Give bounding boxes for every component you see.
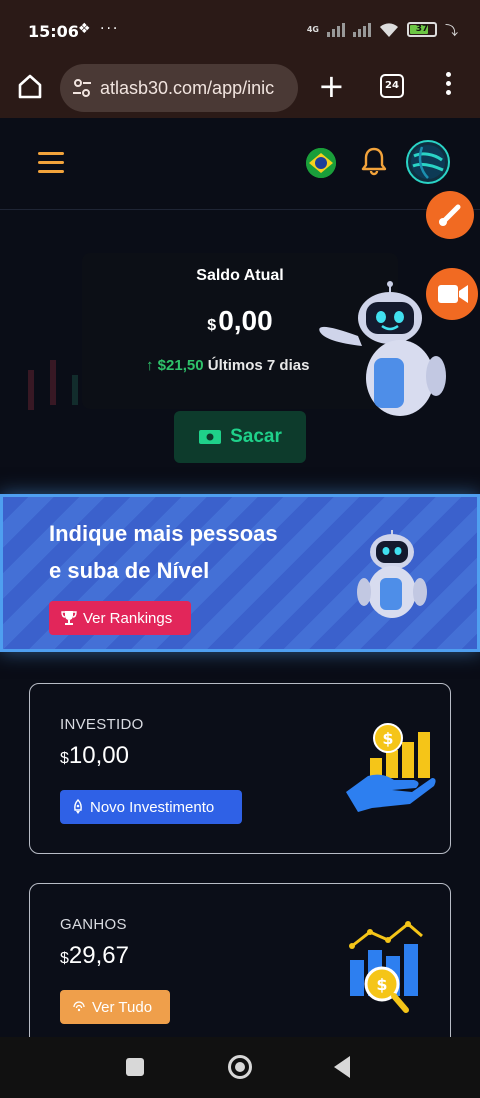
system-navigation-bar <box>0 1037 480 1098</box>
charging-icon: ⤵ <box>444 24 458 39</box>
back-button[interactable] <box>334 1056 350 1078</box>
rocket-icon <box>74 799 82 814</box>
gains-label: GANHOS <box>60 916 127 933</box>
brazil-flag-icon[interactable] <box>306 148 336 178</box>
brush-icon <box>439 204 461 226</box>
view-all-label: Ver Tudo <box>92 998 153 1016</box>
more-notifications-icon: ··· <box>100 21 120 37</box>
rankings-button[interactable]: Ver Rankings <box>49 601 191 635</box>
signal-icon <box>326 22 345 37</box>
new-investment-button[interactable]: Novo Investimento <box>60 790 242 824</box>
invested-value: $10,00 <box>60 742 129 769</box>
recent-apps-button[interactable] <box>126 1058 144 1076</box>
url-text: atlasb30.com/app/inic <box>100 77 275 98</box>
arrow-up-icon: ↑ <box>146 357 154 374</box>
signal-waves-icon <box>73 1001 85 1012</box>
more-options-icon[interactable] <box>446 72 454 99</box>
withdraw-label: Sacar <box>230 426 282 447</box>
system-icons: 4G 37 ⤵ <box>307 20 458 39</box>
invested-card: INVESTIDO $10,00 Novo Investimento $ <box>29 683 451 854</box>
invested-label: INVESTIDO <box>60 716 144 733</box>
tab-switcher-button[interactable]: 24 <box>380 74 404 98</box>
view-all-button[interactable]: Ver Tudo <box>60 990 170 1024</box>
trophy-icon <box>61 611 77 625</box>
battery-icon: 37 <box>406 22 437 37</box>
balance-change-period: Últimos 7 dias <box>207 357 310 374</box>
brush-fab-button[interactable] <box>426 191 474 239</box>
globe-icon <box>411 145 445 179</box>
robot-mascot-illustration <box>319 281 446 416</box>
gains-chart-magnifier-illustration: $ <box>349 921 423 1013</box>
gains-value: $29,67 <box>60 942 129 969</box>
home-button[interactable] <box>228 1055 252 1079</box>
new-investment-label: Novo Investimento <box>90 798 215 816</box>
new-tab-icon[interactable]: + <box>318 70 345 102</box>
rankings-label: Ver Rankings <box>83 609 173 627</box>
wifi-icon <box>379 22 398 37</box>
svg-text:$: $ <box>376 975 387 994</box>
network-type: 4G <box>306 25 319 34</box>
app-header <box>0 118 480 210</box>
svg-text:$: $ <box>382 729 393 748</box>
status-bar: 15:06 ❖ ··· 4G 37 ⤵ <box>0 0 480 58</box>
money-icon <box>199 430 222 444</box>
balance-change-value: $21,50 <box>157 357 204 374</box>
status-time: 15:06 <box>28 22 79 41</box>
address-bar[interactable]: atlasb30.com/app/inic <box>60 64 298 112</box>
menu-icon[interactable] <box>38 152 64 179</box>
browser-toolbar: atlasb30.com/app/inic + 24 <box>0 58 480 118</box>
robot-mascot-small-illustration <box>357 530 427 618</box>
notification-icons: ❖ <box>78 21 93 37</box>
withdraw-button[interactable]: Sacar <box>174 411 306 463</box>
balance-change: ↑ $21,50 Últimos 7 dias <box>146 357 309 374</box>
site-settings-icon[interactable] <box>70 76 94 100</box>
investment-hand-coin-illustration: $ <box>346 723 436 812</box>
signal-icon-2 <box>352 22 371 37</box>
home-icon[interactable] <box>16 72 44 100</box>
avatar[interactable] <box>406 140 450 184</box>
bell-icon[interactable] <box>360 146 388 176</box>
banner-title: Indique mais pessoas e suba de Nível <box>49 521 278 583</box>
